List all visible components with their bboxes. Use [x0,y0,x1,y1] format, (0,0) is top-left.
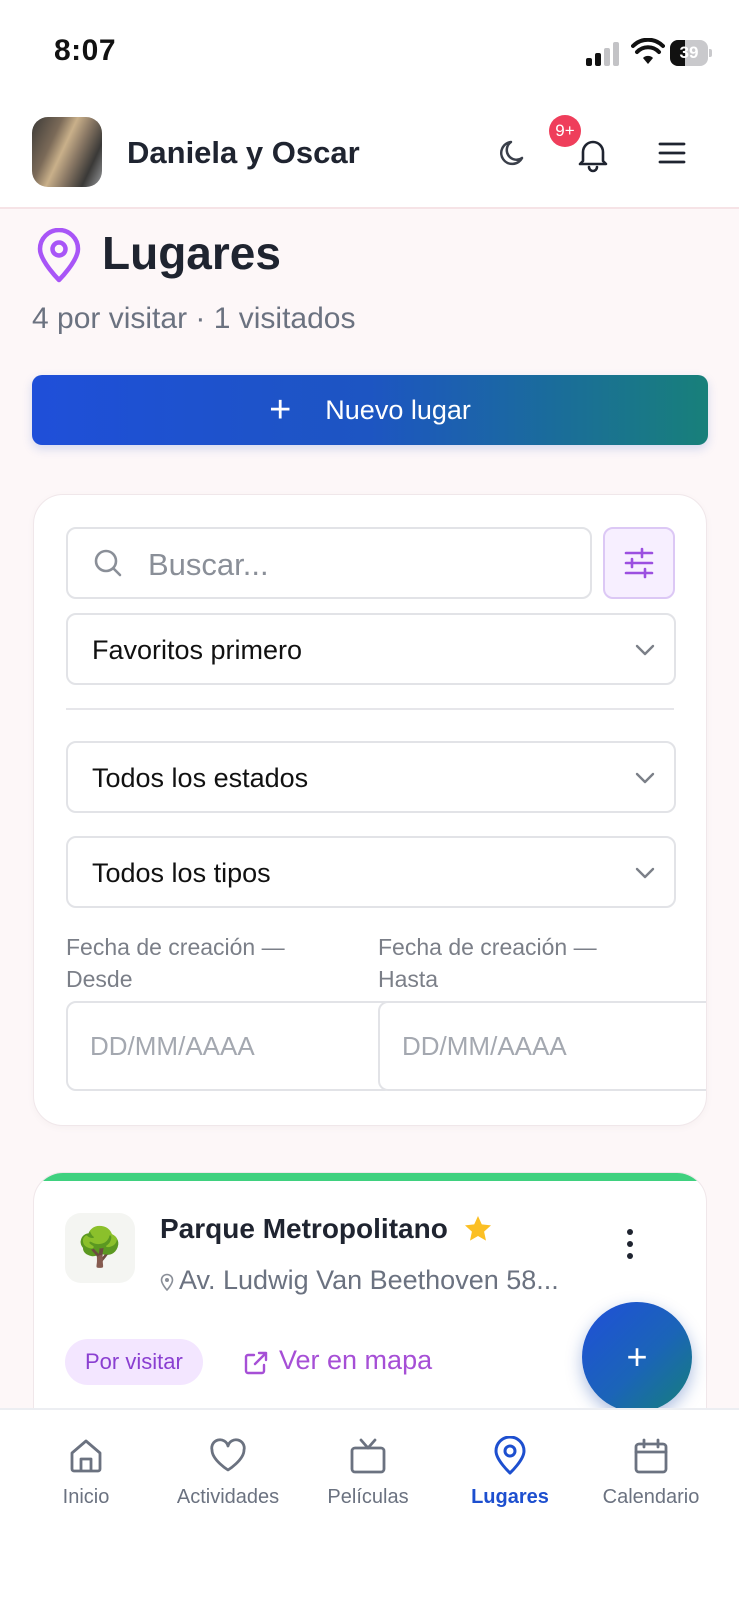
nav-item-inicio[interactable]: Inicio [16,1410,156,1530]
battery-icon: 39 [670,40,712,66]
chevron-down-icon [635,644,655,656]
page-subtitle: 4 por visitar · 1 visitados [32,302,356,335]
nav-item-lugares[interactable]: Lugares [440,1410,580,1530]
add-place-fab[interactable]: + [582,1302,692,1412]
nav-item-peliculas[interactable]: Películas [298,1410,438,1530]
battery-percent: 39 [679,43,699,62]
status-time: 8:07 [54,34,117,67]
notification-badge: 9+ [549,115,581,147]
type-select-value: Todos los tipos [92,858,271,888]
couple-name: Daniela y Oscar [127,135,360,170]
external-link-icon [244,1351,268,1375]
place-name: Parque Metropolitano [160,1213,448,1244]
heart-icon [210,1438,246,1472]
divider [66,708,674,710]
sort-select[interactable]: Favoritos primero [66,613,676,685]
nav-label: Lugares [471,1486,549,1508]
favorite-star-icon[interactable] [462,1213,494,1245]
search-icon [94,549,122,577]
date-from-input[interactable]: DD/MM/AAAA [66,1001,394,1091]
place-emoji-icon: 🌳 [65,1213,135,1283]
moon-icon[interactable] [492,131,536,175]
place-address: Av. Ludwig Van Beethoven 58... [179,1265,559,1295]
home-icon [70,1439,102,1473]
status-select[interactable]: Todos los estados [66,741,676,813]
bottom-nav: Inicio Actividades Películas Lugares Cal… [0,1408,739,1602]
nav-label: Actividades [176,1486,280,1508]
app-header: Daniela y Oscar 9+ [0,105,739,209]
map-pin-icon [37,228,81,283]
couple-avatar[interactable] [32,117,102,187]
chevron-down-icon [635,867,655,879]
nav-item-calendario[interactable]: Calendario [581,1410,721,1530]
location-pin-icon [160,1273,174,1291]
filter-settings-button[interactable] [603,527,675,599]
chevron-down-icon [635,772,655,784]
wifi-icon [631,38,665,64]
plus-icon: + [269,389,292,431]
page-title: Lugares [102,227,281,279]
filter-card: Buscar... Favoritos primero Todos los es… [33,494,707,1126]
status-badge: Por visitar [65,1339,203,1385]
date-to-label: Fecha de creación — Hasta [378,934,597,992]
tv-icon [350,1438,386,1474]
status-select-value: Todos los estados [92,763,309,793]
cellular-signal-icon [586,42,622,66]
nav-label: Calendario [602,1486,700,1508]
view-on-map-link[interactable]: Ver en mapa [279,1345,432,1376]
calendar-icon [634,1438,668,1474]
search-placeholder: Buscar... [148,547,269,582]
date-to-input[interactable]: DD/MM/AAAA [378,1001,706,1091]
nav-label: Inicio [62,1486,110,1508]
nav-item-actividades[interactable]: Actividades [158,1410,298,1530]
sliders-icon [624,547,654,579]
status-color-bar [34,1173,706,1181]
date-from-label: Fecha de creación — Desde [66,934,285,992]
type-select[interactable]: Todos los tipos [66,836,676,908]
new-place-button[interactable]: + Nuevo lugar [32,375,708,445]
new-place-label: Nuevo lugar [325,394,471,425]
more-options-icon[interactable] [624,1229,636,1259]
status-bar: 8:07 39 [0,0,739,105]
map-pin-icon [494,1436,526,1475]
menu-icon[interactable] [650,131,694,175]
date-from-placeholder: DD/MM/AAAA [90,1031,255,1061]
nav-label: Películas [327,1486,409,1508]
sort-select-value: Favoritos primero [92,635,303,665]
search-input[interactable]: Buscar... [66,527,592,599]
date-to-placeholder: DD/MM/AAAA [402,1031,567,1061]
